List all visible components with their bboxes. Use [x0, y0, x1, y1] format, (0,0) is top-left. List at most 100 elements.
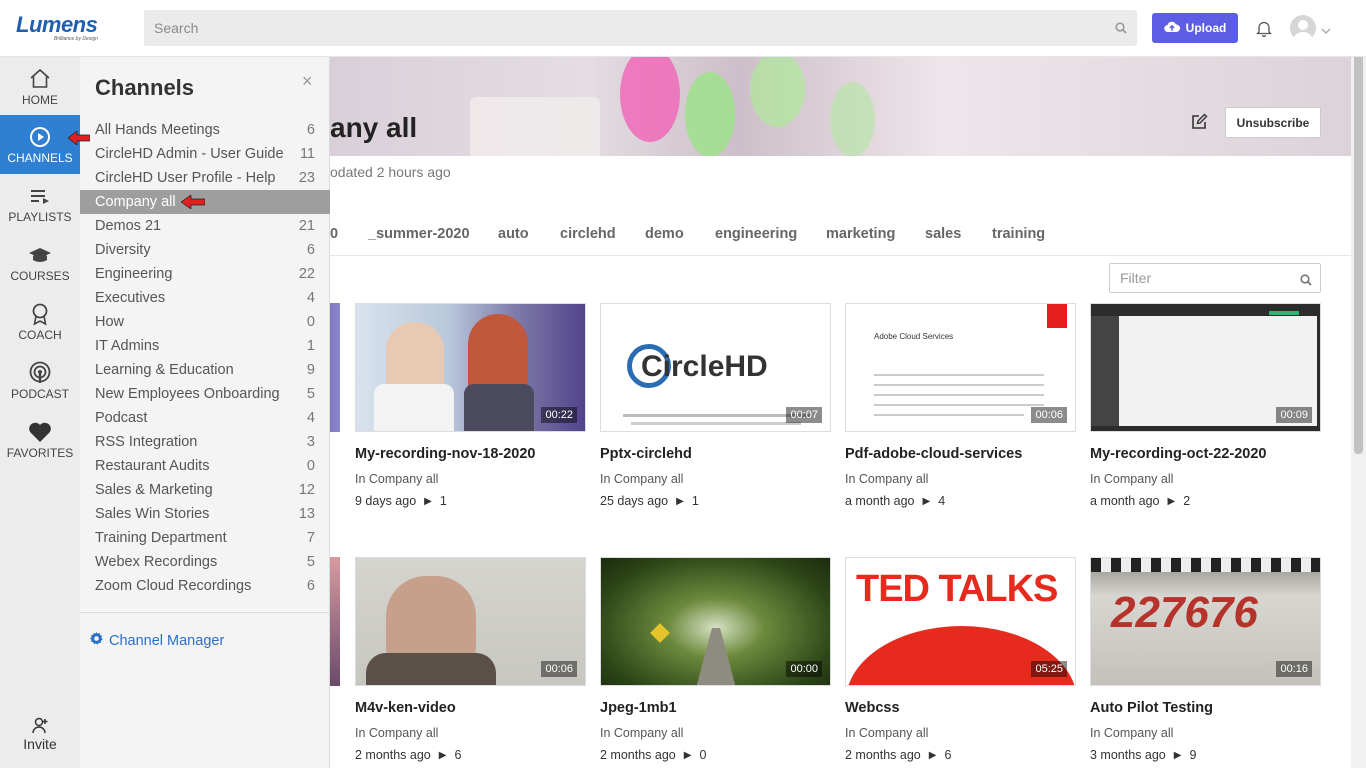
graduation-cap-icon — [27, 243, 53, 267]
video-meta: 2 months ago ▶ 6 — [845, 748, 1076, 762]
play-count-icon: ▶ — [683, 749, 692, 761]
search-icon[interactable] — [1300, 273, 1312, 291]
video-title[interactable]: Pdf-adobe-cloud-services — [845, 446, 1076, 462]
upload-button[interactable]: Upload — [1152, 13, 1238, 43]
channel-item[interactable]: Learning & Education 9 — [80, 358, 330, 382]
cloud-upload-icon — [1163, 21, 1180, 36]
left-nav: HOME CHANNELS PLAYLISTS COURSES COACH PO… — [0, 57, 80, 768]
scrollbar-thumb[interactable] — [1354, 14, 1363, 454]
video-card[interactable]: 00:22 My-recording-nov-18-2020 In Compan… — [355, 303, 586, 508]
tag-item[interactable]: sales — [925, 226, 961, 242]
video-channel: In Company all — [355, 472, 439, 486]
video-title[interactable]: Webcss — [845, 700, 1076, 716]
invite-button[interactable]: Invite — [0, 712, 80, 752]
tag-item[interactable]: demo — [645, 226, 684, 242]
edit-icon[interactable] — [1190, 113, 1208, 136]
tag-item[interactable]: 0 — [330, 226, 338, 242]
channel-item[interactable]: All Hands Meetings 6 — [80, 118, 330, 142]
tag-item[interactable]: circlehd — [560, 226, 616, 242]
channel-name: Engineering — [95, 266, 173, 282]
nav-favorites[interactable]: FAVORITES — [0, 410, 80, 469]
nav-courses[interactable]: COURSES — [0, 233, 80, 292]
video-channel: In Company all — [600, 472, 684, 486]
video-card[interactable]: 00:00 Jpeg-1mb1 In Company all 2 months … — [600, 557, 831, 762]
thumbnail-text: CircleHD — [641, 350, 768, 383]
channel-item[interactable]: Diversity 6 — [80, 238, 330, 262]
channel-item[interactable]: Training Department 7 — [80, 526, 330, 550]
nav-playlists[interactable]: PLAYLISTS — [0, 174, 80, 233]
channel-count: 4 — [306, 290, 315, 306]
tag-item[interactable]: training — [992, 226, 1045, 242]
video-thumbnail[interactable]: 227676 00:16 — [1090, 557, 1321, 686]
video-card[interactable]: TED TALKS 05:25 Webcss In Company all 2 … — [845, 557, 1076, 762]
bell-icon[interactable] — [1255, 20, 1273, 42]
video-thumbnail[interactable]: 00:22 — [355, 303, 586, 432]
lumens-logo[interactable]: Lumens Brilliance by Design — [16, 12, 116, 42]
video-thumbnail[interactable]: TED TALKS 05:25 — [845, 557, 1076, 686]
channel-item[interactable]: Engineering 22 — [80, 262, 330, 286]
avatar[interactable] — [1290, 15, 1316, 41]
video-title[interactable]: Pptx-circlehd — [600, 446, 831, 462]
video-age: 25 days ago — [600, 494, 669, 508]
channel-item[interactable]: Restaurant Audits 0 — [80, 454, 330, 478]
video-card[interactable]: 227676 00:16 Auto Pilot Testing In Compa… — [1090, 557, 1321, 762]
search-input[interactable] — [144, 10, 1137, 46]
channel-item[interactable]: Webex Recordings 5 — [80, 550, 330, 574]
channel-item[interactable]: Sales & Marketing 12 — [80, 478, 330, 502]
close-icon[interactable]: × — [302, 71, 313, 92]
video-channel: In Company all — [600, 726, 684, 740]
page-scrollbar[interactable] — [1351, 0, 1366, 768]
video-card[interactable]: 00:06 M4v-ken-video In Company all 2 mon… — [355, 557, 586, 762]
video-card[interactable]: 00:09 My-recording-oct-22-2020 In Compan… — [1090, 303, 1321, 508]
channel-item[interactable]: New Employees Onboarding 5 — [80, 382, 330, 406]
channel-item[interactable]: Podcast 4 — [80, 406, 330, 430]
channel-name: RSS Integration — [95, 434, 198, 450]
duration-badge: 00:16 — [1276, 661, 1312, 677]
channel-item[interactable]: RSS Integration 3 — [80, 430, 330, 454]
unsubscribe-button[interactable]: Unsubscribe — [1225, 107, 1321, 138]
channel-name: Sales & Marketing — [95, 482, 213, 498]
video-title[interactable]: M4v-ken-video — [355, 700, 586, 716]
tag-item[interactable]: auto — [498, 226, 529, 242]
nav-podcast[interactable]: PODCAST — [0, 351, 80, 410]
channel-count: 12 — [298, 482, 315, 498]
nav-label: PODCAST — [10, 387, 69, 401]
video-title[interactable]: My-recording-oct-22-2020 — [1090, 446, 1321, 462]
search-icon[interactable] — [1115, 21, 1127, 39]
channel-item[interactable]: How 0 — [80, 310, 330, 334]
play-count-icon: ▶ — [1173, 749, 1182, 761]
chevron-down-icon[interactable] — [1321, 22, 1331, 40]
play-count-icon: ▶ — [1167, 495, 1176, 507]
tag-item[interactable]: marketing — [826, 226, 895, 242]
video-card[interactable]: Adobe Cloud Services 00:06 Pdf-adobe-clo… — [845, 303, 1076, 508]
video-meta: 2 months ago ▶ 0 — [600, 748, 831, 762]
channel-item-active[interactable]: Company all — [80, 190, 330, 214]
tag-item[interactable]: _summer-2020 — [368, 226, 470, 242]
video-channel: In Company all — [1090, 726, 1174, 740]
nav-coach[interactable]: COACH — [0, 292, 80, 351]
channel-item[interactable]: IT Admins 1 — [80, 334, 330, 358]
video-thumbnail[interactable]: 00:00 — [600, 557, 831, 686]
video-title[interactable]: Auto Pilot Testing — [1090, 700, 1321, 716]
channel-item[interactable]: Sales Win Stories 13 — [80, 502, 330, 526]
video-thumbnail[interactable]: 00:09 — [1090, 303, 1321, 432]
channel-item[interactable]: Executives 4 — [80, 286, 330, 310]
duration-badge: 00:00 — [786, 661, 822, 677]
channel-count: 21 — [298, 218, 315, 234]
video-thumbnail[interactable]: CircleHD 00:07 — [600, 303, 831, 432]
channel-item[interactable]: Zoom Cloud Recordings 6 — [80, 574, 330, 598]
channel-item[interactable]: Demos 21 21 — [80, 214, 330, 238]
tag-item[interactable]: engineering — [715, 226, 797, 242]
nav-home[interactable]: HOME — [0, 57, 80, 116]
filter-input[interactable] — [1110, 264, 1320, 292]
video-title[interactable]: My-recording-nov-18-2020 — [355, 446, 586, 462]
channel-item[interactable]: CircleHD Admin - User Guide 11 — [80, 142, 330, 166]
video-card[interactable]: CircleHD 00:07 Pptx-circlehd In Company … — [600, 303, 831, 508]
video-thumbnail[interactable]: 00:06 — [355, 557, 586, 686]
video-title[interactable]: Jpeg-1mb1 — [600, 700, 831, 716]
channel-manager-link[interactable]: Channel Manager — [89, 631, 224, 650]
channel-item[interactable]: CircleHD User Profile - Help 23 — [80, 166, 330, 190]
red-arrow-icon — [67, 130, 91, 150]
video-thumbnail[interactable]: Adobe Cloud Services 00:06 — [845, 303, 1076, 432]
channel-title: any all — [330, 112, 418, 143]
